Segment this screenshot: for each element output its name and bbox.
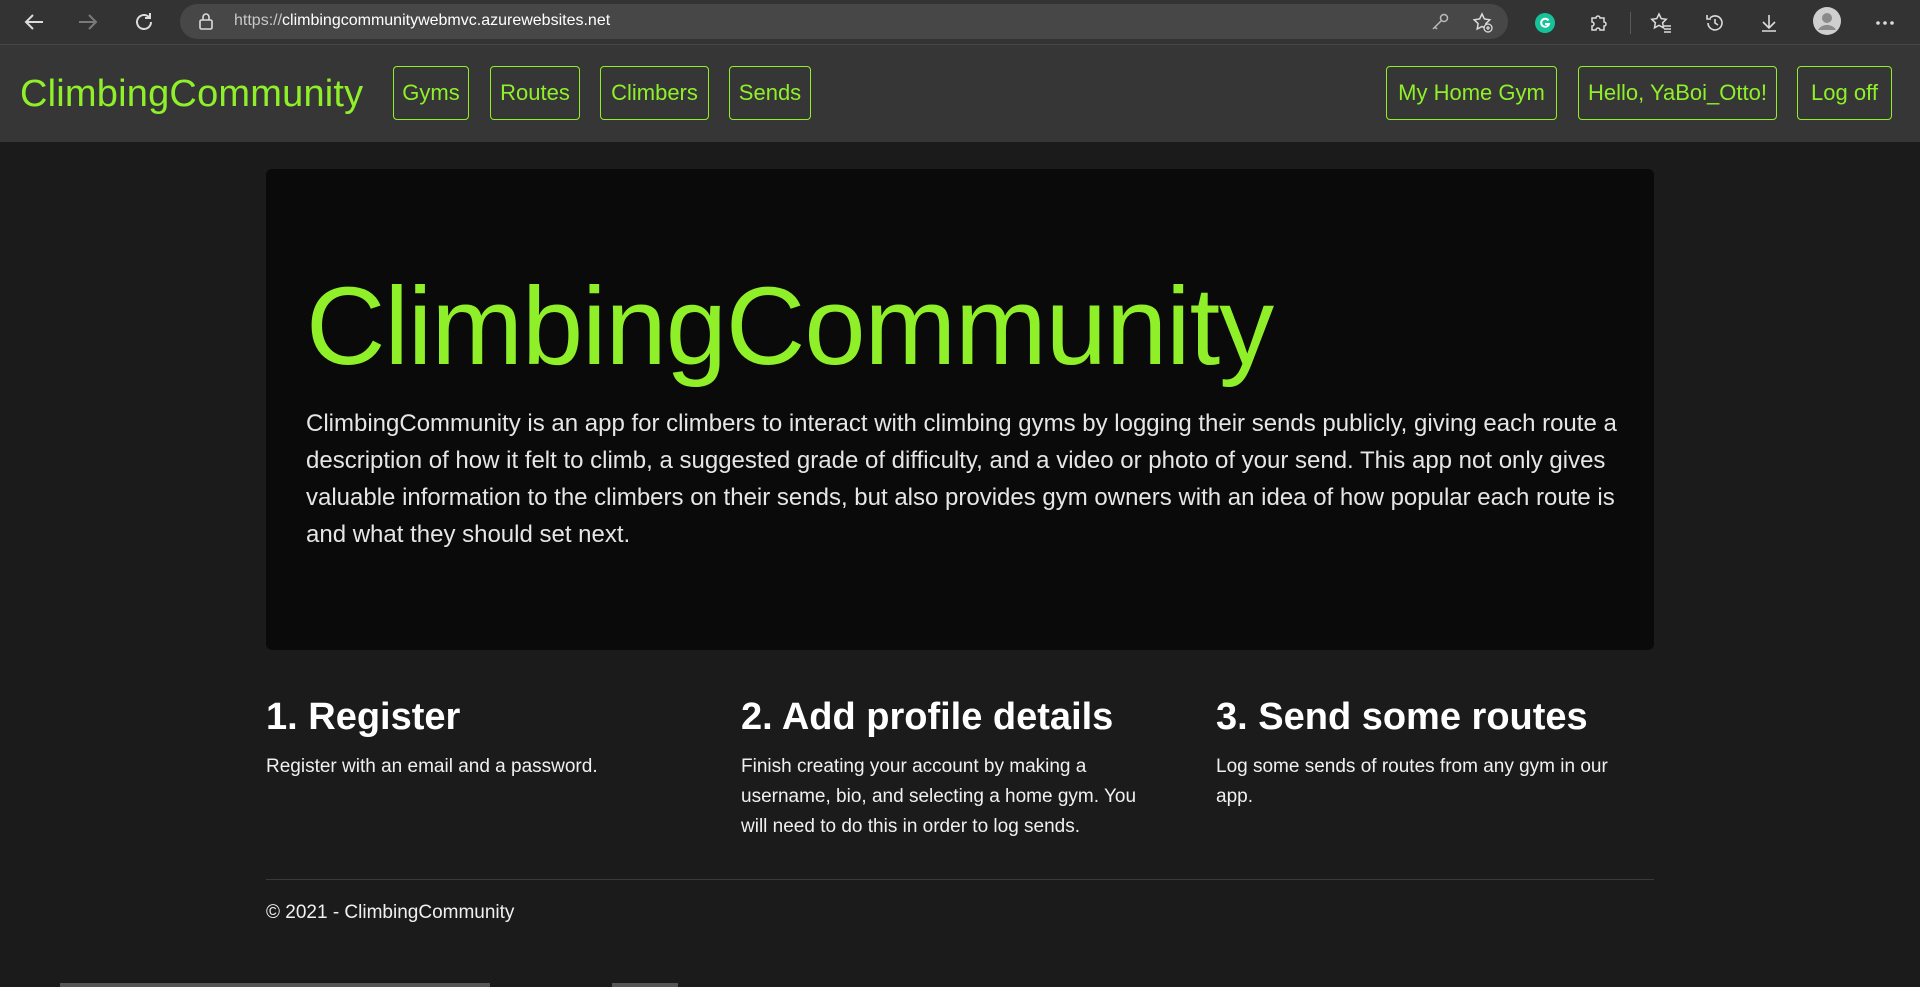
arrow-right-icon <box>79 14 98 30</box>
nav-gyms[interactable]: Gyms <box>393 66 469 120</box>
step-text: Finish creating your account by making a… <box>741 756 1137 837</box>
favorites-icon[interactable] <box>1646 8 1676 38</box>
step-text: Register with an email and a password. <box>266 756 598 777</box>
hero-description: ClimbingCommunity is an app for climbers… <box>306 410 1617 548</box>
back-button[interactable] <box>18 6 50 38</box>
toolbar-divider <box>1630 12 1631 34</box>
key-icon[interactable] <box>1430 12 1450 36</box>
brand-link[interactable]: ClimbingCommunity <box>20 73 363 116</box>
star-add-icon[interactable] <box>1472 12 1494 38</box>
nav-user-greeting[interactable]: Hello, YaBoi_Otto! <box>1578 66 1777 120</box>
reload-button[interactable] <box>128 6 160 38</box>
url-scheme: https:// <box>234 12 283 29</box>
history-icon[interactable] <box>1700 8 1730 38</box>
hero-jumbotron: ClimbingCommunity ClimbingCommunity is a… <box>266 169 1654 650</box>
step-title: 3. Send some routes <box>1216 696 1588 738</box>
avatar-icon[interactable] <box>1812 6 1842 36</box>
scrollbar-segment[interactable] <box>612 983 678 987</box>
nav-routes[interactable]: Routes <box>490 66 580 120</box>
step-text: Log some sends of routes from any gym in… <box>1216 756 1608 807</box>
hero-title: ClimbingCommunity <box>306 265 1274 388</box>
nav-climbers[interactable]: Climbers <box>600 66 709 120</box>
puzzle-icon[interactable] <box>1584 8 1614 38</box>
reload-icon <box>136 13 152 30</box>
nav-log-off[interactable]: Log off <box>1797 66 1892 120</box>
nav-sends[interactable]: Sends <box>729 66 811 120</box>
url-text: https://climbingcommunitywebmvc.azureweb… <box>234 12 610 30</box>
horizontal-scrollbar[interactable] <box>60 983 490 987</box>
grammarly-icon[interactable] <box>1530 8 1560 38</box>
forward-button[interactable] <box>72 6 104 38</box>
footer-copyright: © 2021 - ClimbingCommunity <box>266 902 515 923</box>
download-icon[interactable] <box>1754 8 1784 38</box>
browser-toolbar: https://climbingcommunitywebmvc.azureweb… <box>0 0 1920 45</box>
step-title: 1. Register <box>266 696 461 738</box>
url-host: climbingcommunitywebmvc.azurewebsites.ne… <box>282 12 611 29</box>
site-navbar: ClimbingCommunity Gyms Routes Climbers S… <box>0 45 1920 142</box>
nav-my-home-gym[interactable]: My Home Gym <box>1386 66 1557 120</box>
more-icon[interactable] <box>1870 8 1900 38</box>
step-title: 2. Add profile details <box>741 696 1114 738</box>
address-bar[interactable]: https://climbingcommunitywebmvc.azureweb… <box>180 4 1508 39</box>
step-send-routes: 3. Send some routes Log some sends of ro… <box>1216 690 1636 812</box>
footer-divider <box>266 879 1654 880</box>
lock-icon[interactable] <box>198 12 214 34</box>
step-register: 1. Register Register with an email and a… <box>266 690 686 782</box>
step-profile-details: 2. Add profile details Finish creating y… <box>741 690 1161 842</box>
arrow-left-icon <box>24 14 43 30</box>
